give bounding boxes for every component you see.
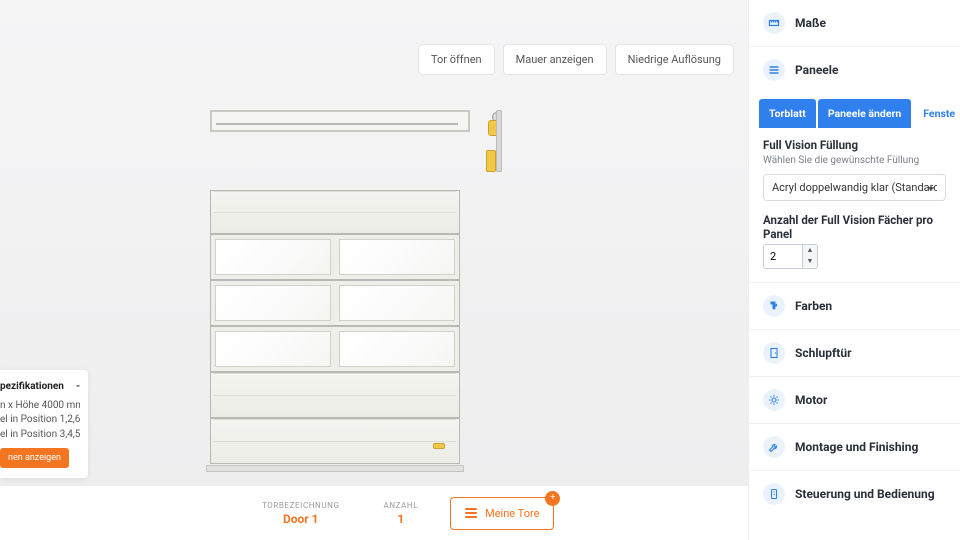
spec-line: el in Position 1,2,6,7 [0, 413, 80, 428]
bottom-bar: TORBEZEICHNUNG Door 1 ANZAHL 1 Meine Tor… [0, 485, 748, 540]
open-door-button[interactable]: Tor öffnen [418, 44, 495, 75]
door-count-value: 1 [384, 512, 419, 526]
panel-tabs: Torblatt Paneele ändern Fenste [749, 99, 960, 128]
step-down-button[interactable]: ▼ [803, 256, 817, 267]
my-doors-badge: + [545, 491, 560, 506]
remote-icon [763, 483, 785, 505]
accordion-colors[interactable]: Farben [749, 283, 960, 330]
low-res-button[interactable]: Niedrige Auflösung [615, 44, 734, 75]
spec-collapse-toggle[interactable]: - [76, 380, 80, 395]
accordion-label: Maße [795, 16, 826, 30]
panels-icon [763, 59, 785, 81]
panes-input[interactable] [764, 245, 802, 268]
accordion-control[interactable]: Steuerung und Bedienung [749, 471, 960, 517]
door-render [210, 110, 490, 460]
door-count-block[interactable]: ANZAHL 1 [372, 501, 431, 526]
door-count-label: ANZAHL [384, 501, 419, 510]
viewport-3d[interactable]: Tor öffnen Mauer anzeigen Niedrige Auflö… [0, 0, 748, 485]
section-title: Full Vision Füllung [763, 138, 946, 152]
count-label: Anzahl der Full Vision Fächer pro Panel [763, 213, 946, 241]
stepper-buttons: ▲ ▼ [802, 245, 817, 268]
door-name-block[interactable]: TORBEZEICHNUNG Door 1 [250, 501, 352, 526]
wrench-icon [763, 436, 785, 458]
tab-change[interactable]: Paneele ändern [818, 99, 911, 128]
paint-icon [763, 295, 785, 317]
spec-show-button[interactable]: nen anzeigen [0, 448, 69, 468]
accordion-mount[interactable]: Montage und Finishing [749, 424, 960, 471]
sidebar: Maße Paneele Torblatt Paneele ändern Fen… [748, 0, 960, 540]
door-name-label: TORBEZEICHNUNG [262, 501, 340, 510]
panes-stepper[interactable]: ▲ ▼ [763, 244, 818, 269]
tab-leaf[interactable]: Torblatt [759, 99, 816, 128]
fill-select[interactable]: Acryl doppelwandig klar (Standard) [763, 174, 946, 201]
step-up-button[interactable]: ▲ [803, 245, 817, 256]
accordion-label: Montage und Finishing [795, 440, 918, 454]
accordion-label: Steuerung und Bedienung [795, 487, 935, 501]
accordion-panels[interactable]: Paneele [749, 47, 960, 93]
door-name-value: Door 1 [262, 512, 340, 526]
accordion-label: Paneele [795, 63, 838, 77]
gear-icon [763, 389, 785, 411]
section-subtitle: Wählen Sie die gewünschte Füllung [763, 155, 946, 166]
my-doors-label: Meine Tore [485, 507, 539, 520]
ruler-icon [763, 12, 785, 34]
accordion-wicket[interactable]: Schlupftür [749, 330, 960, 377]
accordion-label: Motor [795, 393, 827, 407]
accordion-label: Schlupftür [795, 346, 851, 360]
spec-card: pezifikationen - n x Höhe 4000 mm el in … [0, 370, 88, 478]
spec-line: n x Höhe 4000 mm [0, 399, 80, 414]
accordion-motor[interactable]: Motor [749, 377, 960, 424]
spec-line: el in Position 3,4,5 [0, 428, 80, 443]
show-wall-button[interactable]: Mauer anzeigen [503, 44, 607, 75]
spec-title: pezifikationen [0, 380, 64, 395]
list-icon [465, 508, 477, 518]
accordion-dimensions[interactable]: Maße [749, 0, 960, 47]
tab-windows[interactable]: Fenste [913, 99, 960, 128]
full-vision-section: Full Vision Füllung Wählen Sie die gewün… [749, 128, 960, 273]
my-doors-button[interactable]: Meine Tore + [450, 497, 554, 530]
accordion-label: Farben [795, 299, 832, 313]
viewport-controls: Tor öffnen Mauer anzeigen Niedrige Auflö… [418, 44, 734, 75]
door-icon [763, 342, 785, 364]
